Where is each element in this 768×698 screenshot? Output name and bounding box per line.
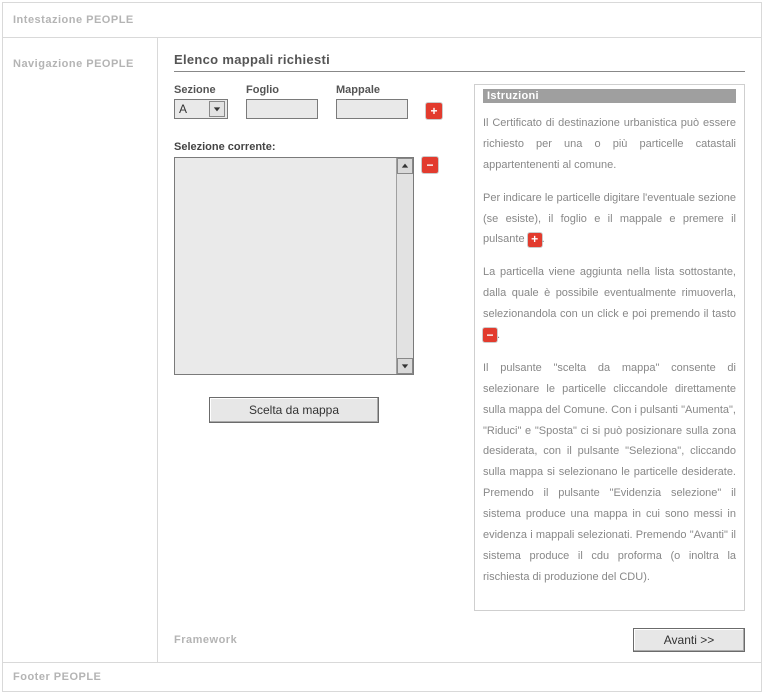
footer-bar: Footer PEOPLE xyxy=(3,662,761,691)
footer-title: Footer PEOPLE xyxy=(13,671,101,683)
instructions-p1: Il Certificato di destinazione urbanisti… xyxy=(483,113,736,176)
framework-label: Framework xyxy=(174,634,237,646)
instructions-p4: Il pulsante "scelta da mappa" consente d… xyxy=(483,358,736,588)
foglio-label: Foglio xyxy=(246,84,318,96)
header-title: Intestazione PEOPLE xyxy=(13,14,134,26)
remove-icon[interactable]: − xyxy=(422,157,438,173)
scroll-down-icon[interactable] xyxy=(397,358,413,374)
mappale-input[interactable] xyxy=(336,99,408,119)
selection-listbox[interactable] xyxy=(174,157,414,375)
selection-label: Selezione corrente: xyxy=(174,141,454,153)
scroll-up-icon[interactable] xyxy=(397,158,413,174)
scrollbar[interactable] xyxy=(396,158,413,374)
add-icon[interactable]: + xyxy=(426,103,442,119)
header-bar: Intestazione PEOPLE xyxy=(3,3,761,38)
plus-icon: + xyxy=(528,233,542,247)
next-button[interactable]: Avanti >> xyxy=(633,628,745,652)
instructions-panel: Istruzioni Il Certificato di destinazion… xyxy=(474,84,745,611)
instructions-p2: Per indicare le particelle digitare l'ev… xyxy=(483,188,736,251)
title-divider xyxy=(174,71,745,72)
minus-icon: − xyxy=(483,328,497,342)
nav-column: Navigazione PEOPLE xyxy=(3,38,158,662)
sezione-label: Sezione xyxy=(174,84,228,96)
sezione-value: A xyxy=(179,102,187,116)
instructions-p3: La particella viene aggiunta nella lista… xyxy=(483,262,736,346)
choose-from-map-button[interactable]: Scelta da mappa xyxy=(209,397,379,423)
main-column: Elenco mappali richiesti Sezione A xyxy=(158,38,761,662)
nav-title: Navigazione PEOPLE xyxy=(13,58,134,70)
sezione-select[interactable]: A xyxy=(174,99,228,119)
instructions-title: Istruzioni xyxy=(483,89,736,103)
chevron-down-icon[interactable] xyxy=(209,101,225,117)
mappale-label: Mappale xyxy=(336,84,408,96)
page-title: Elenco mappali richiesti xyxy=(174,52,745,67)
foglio-input[interactable] xyxy=(246,99,318,119)
